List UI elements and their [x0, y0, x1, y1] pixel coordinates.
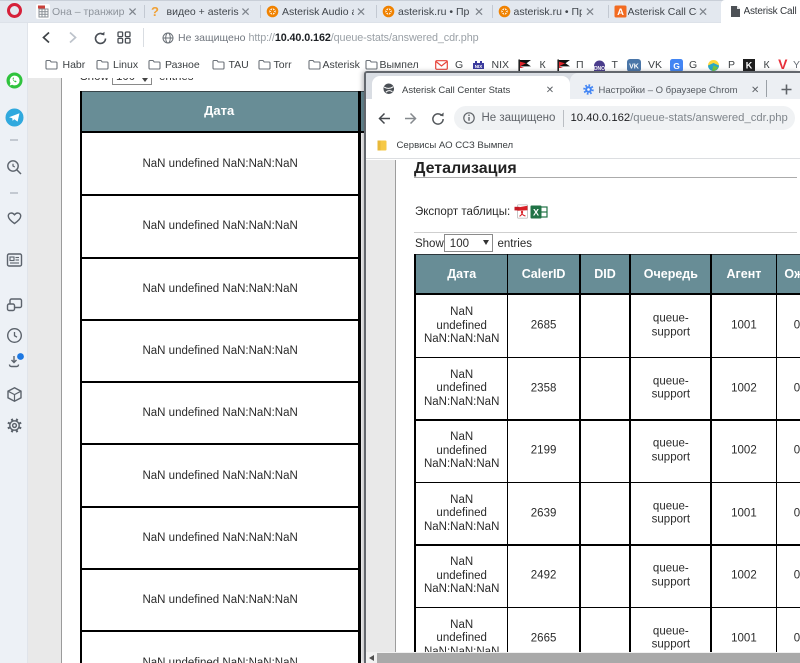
- svg-text:K: K: [746, 60, 753, 70]
- svg-text:VK: VK: [629, 64, 639, 71]
- svg-text:NIX: NIX: [475, 64, 483, 69]
- svg-text:G: G: [673, 61, 680, 71]
- svg-text:A: A: [617, 7, 624, 18]
- svg-text:X: X: [533, 207, 539, 217]
